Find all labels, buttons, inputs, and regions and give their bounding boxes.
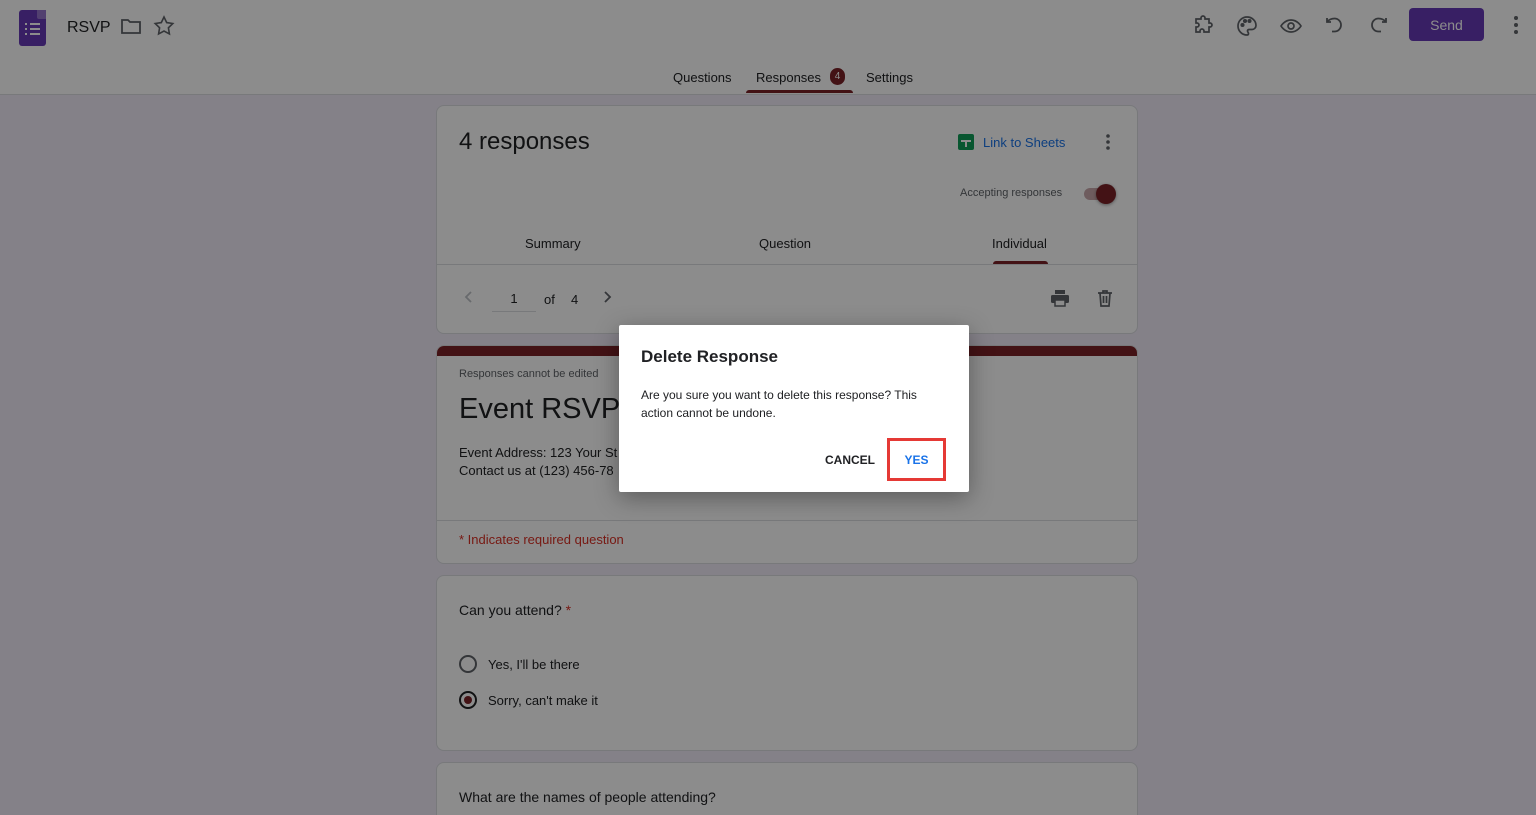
delete-response-dialog: Delete Response Are you sure you want to… [619,325,969,492]
dialog-message: Are you sure you want to delete this res… [641,388,917,420]
cancel-button[interactable]: CANCEL [816,446,884,474]
dialog-title: Delete Response [641,347,778,366]
yes-confirm-button[interactable]: YES [887,438,946,481]
